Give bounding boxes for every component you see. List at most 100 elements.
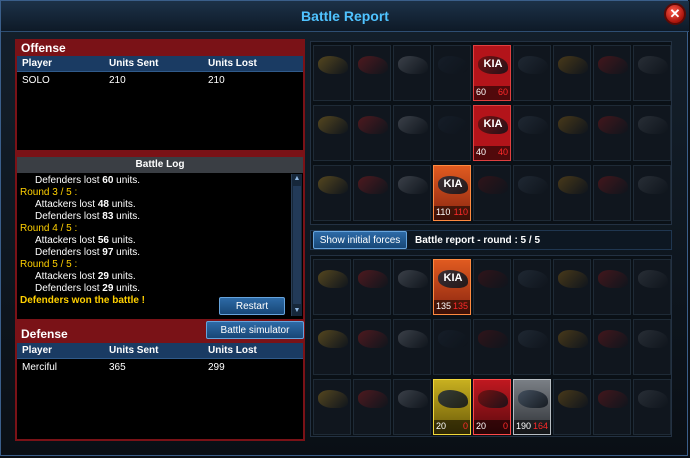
show-initial-forces-button[interactable]: Show initial forces xyxy=(313,231,407,249)
close-icon[interactable]: ✕ xyxy=(664,3,686,25)
unit-slot[interactable] xyxy=(633,45,671,101)
unit-slot[interactable] xyxy=(593,105,631,161)
defense-player: Merciful xyxy=(22,362,58,373)
log-entry: Defenders lost 97 units. xyxy=(35,247,140,258)
unit-slot[interactable] xyxy=(513,319,551,375)
battle-report-window: Battle Report ✕ Offense Player Units Sen… xyxy=(0,0,689,456)
battle-log-title: Battle Log xyxy=(17,157,303,173)
ship-icon xyxy=(638,56,668,74)
unit-slot[interactable] xyxy=(393,165,431,221)
ship-icon xyxy=(518,56,548,74)
ship-icon xyxy=(318,56,348,74)
log-round-header: Round 5 / 5 : xyxy=(20,259,78,270)
unit-slot[interactable] xyxy=(633,319,671,375)
ship-icon xyxy=(358,116,388,134)
unit-slot[interactable] xyxy=(313,259,351,315)
unit-slot[interactable] xyxy=(353,319,391,375)
unit-slot[interactable] xyxy=(353,379,391,435)
unit-slot[interactable] xyxy=(353,45,391,101)
unit-slot[interactable] xyxy=(433,105,471,161)
unit-slot[interactable] xyxy=(553,259,591,315)
unit-slot[interactable] xyxy=(353,105,391,161)
unit-slot[interactable] xyxy=(633,105,671,161)
log-number: 60 xyxy=(102,175,114,186)
log-entry: Defenders lost 60 units. xyxy=(35,175,140,186)
unit-slot[interactable] xyxy=(393,259,431,315)
log-scrollbar[interactable]: ▲ ▼ xyxy=(291,174,302,316)
ship-icon xyxy=(358,330,388,348)
ship-icon xyxy=(638,330,668,348)
ship-icon xyxy=(598,330,628,348)
unit-slot[interactable] xyxy=(633,259,671,315)
unit-slot[interactable]: 20 0 xyxy=(433,379,471,435)
restart-button[interactable]: Restart xyxy=(219,297,285,315)
unit-slot[interactable] xyxy=(553,319,591,375)
unit-slot[interactable] xyxy=(473,259,511,315)
unit-slot[interactable] xyxy=(313,379,351,435)
unit-slot[interactable] xyxy=(633,379,671,435)
ship-icon xyxy=(318,330,348,348)
ship-icon xyxy=(518,116,548,134)
unit-slot[interactable] xyxy=(313,105,351,161)
ship-icon xyxy=(358,56,388,74)
unit-slot[interactable]: KIA 40 40 xyxy=(473,105,511,161)
col-units-sent: Units Sent xyxy=(109,58,159,69)
unit-slot[interactable] xyxy=(313,319,351,375)
unit-slot[interactable] xyxy=(353,165,391,221)
log-entry: Defenders lost 83 units. xyxy=(35,211,140,222)
unit-slot[interactable] xyxy=(393,319,431,375)
attacker-unit-grid: KIA 60 60 KIA 40 40 KIA 110 110 xyxy=(310,41,672,225)
log-entry: Attackers lost 48 units. xyxy=(35,199,136,210)
unit-count: 20 xyxy=(476,421,487,431)
scroll-down-icon[interactable]: ▼ xyxy=(293,306,301,316)
unit-slot[interactable] xyxy=(513,45,551,101)
ship-icon xyxy=(358,176,388,194)
unit-slot[interactable] xyxy=(513,259,551,315)
unit-lost: 135 xyxy=(452,301,468,311)
unit-slot[interactable] xyxy=(593,45,631,101)
unit-slot[interactable] xyxy=(553,105,591,161)
log-round-header: Round 3 / 5 : xyxy=(20,187,78,198)
unit-slot[interactable] xyxy=(353,259,391,315)
unit-slot[interactable] xyxy=(593,379,631,435)
unit-slot[interactable] xyxy=(593,319,631,375)
unit-slot[interactable] xyxy=(513,165,551,221)
unit-slot[interactable] xyxy=(593,165,631,221)
unit-slot[interactable] xyxy=(313,45,351,101)
unit-slot[interactable] xyxy=(593,259,631,315)
log-result: Defenders won the battle ! xyxy=(20,295,146,306)
ship-icon xyxy=(438,56,468,74)
window-title: Battle Report xyxy=(301,8,389,24)
unit-slot[interactable] xyxy=(513,105,551,161)
ship-icon xyxy=(358,270,388,288)
unit-slot[interactable] xyxy=(473,319,511,375)
unit-slot[interactable]: 20 0 xyxy=(473,379,511,435)
unit-slot[interactable] xyxy=(393,105,431,161)
unit-slot[interactable] xyxy=(473,165,511,221)
unit-slot[interactable]: 190 164 xyxy=(513,379,551,435)
battle-simulator-button[interactable]: Battle simulator xyxy=(206,321,304,339)
unit-slot[interactable] xyxy=(393,379,431,435)
unit-slot[interactable] xyxy=(633,165,671,221)
unit-slot[interactable]: KIA 110 110 xyxy=(433,165,471,221)
unit-slot[interactable]: KIA 60 60 xyxy=(473,45,511,101)
ship-icon xyxy=(438,116,468,134)
ship-icon xyxy=(398,270,428,288)
unit-slot[interactable] xyxy=(313,165,351,221)
scroll-up-icon[interactable]: ▲ xyxy=(293,174,301,184)
log-entry: Attackers lost 29 units. xyxy=(35,271,136,282)
unit-lost: 110 xyxy=(453,207,468,217)
unit-slot[interactable] xyxy=(553,165,591,221)
log-number: 97 xyxy=(102,247,114,258)
unit-slot[interactable] xyxy=(393,45,431,101)
unit-slot[interactable] xyxy=(553,45,591,101)
log-number: 48 xyxy=(97,199,109,210)
unit-slot[interactable] xyxy=(433,319,471,375)
col-units-lost: Units Lost xyxy=(208,58,257,69)
unit-slot[interactable]: KIA 135 135 xyxy=(433,259,471,315)
scroll-thumb[interactable] xyxy=(293,186,301,304)
unit-slot[interactable] xyxy=(553,379,591,435)
ship-icon xyxy=(598,270,628,288)
unit-slot[interactable] xyxy=(433,45,471,101)
ship-icon xyxy=(638,270,668,288)
